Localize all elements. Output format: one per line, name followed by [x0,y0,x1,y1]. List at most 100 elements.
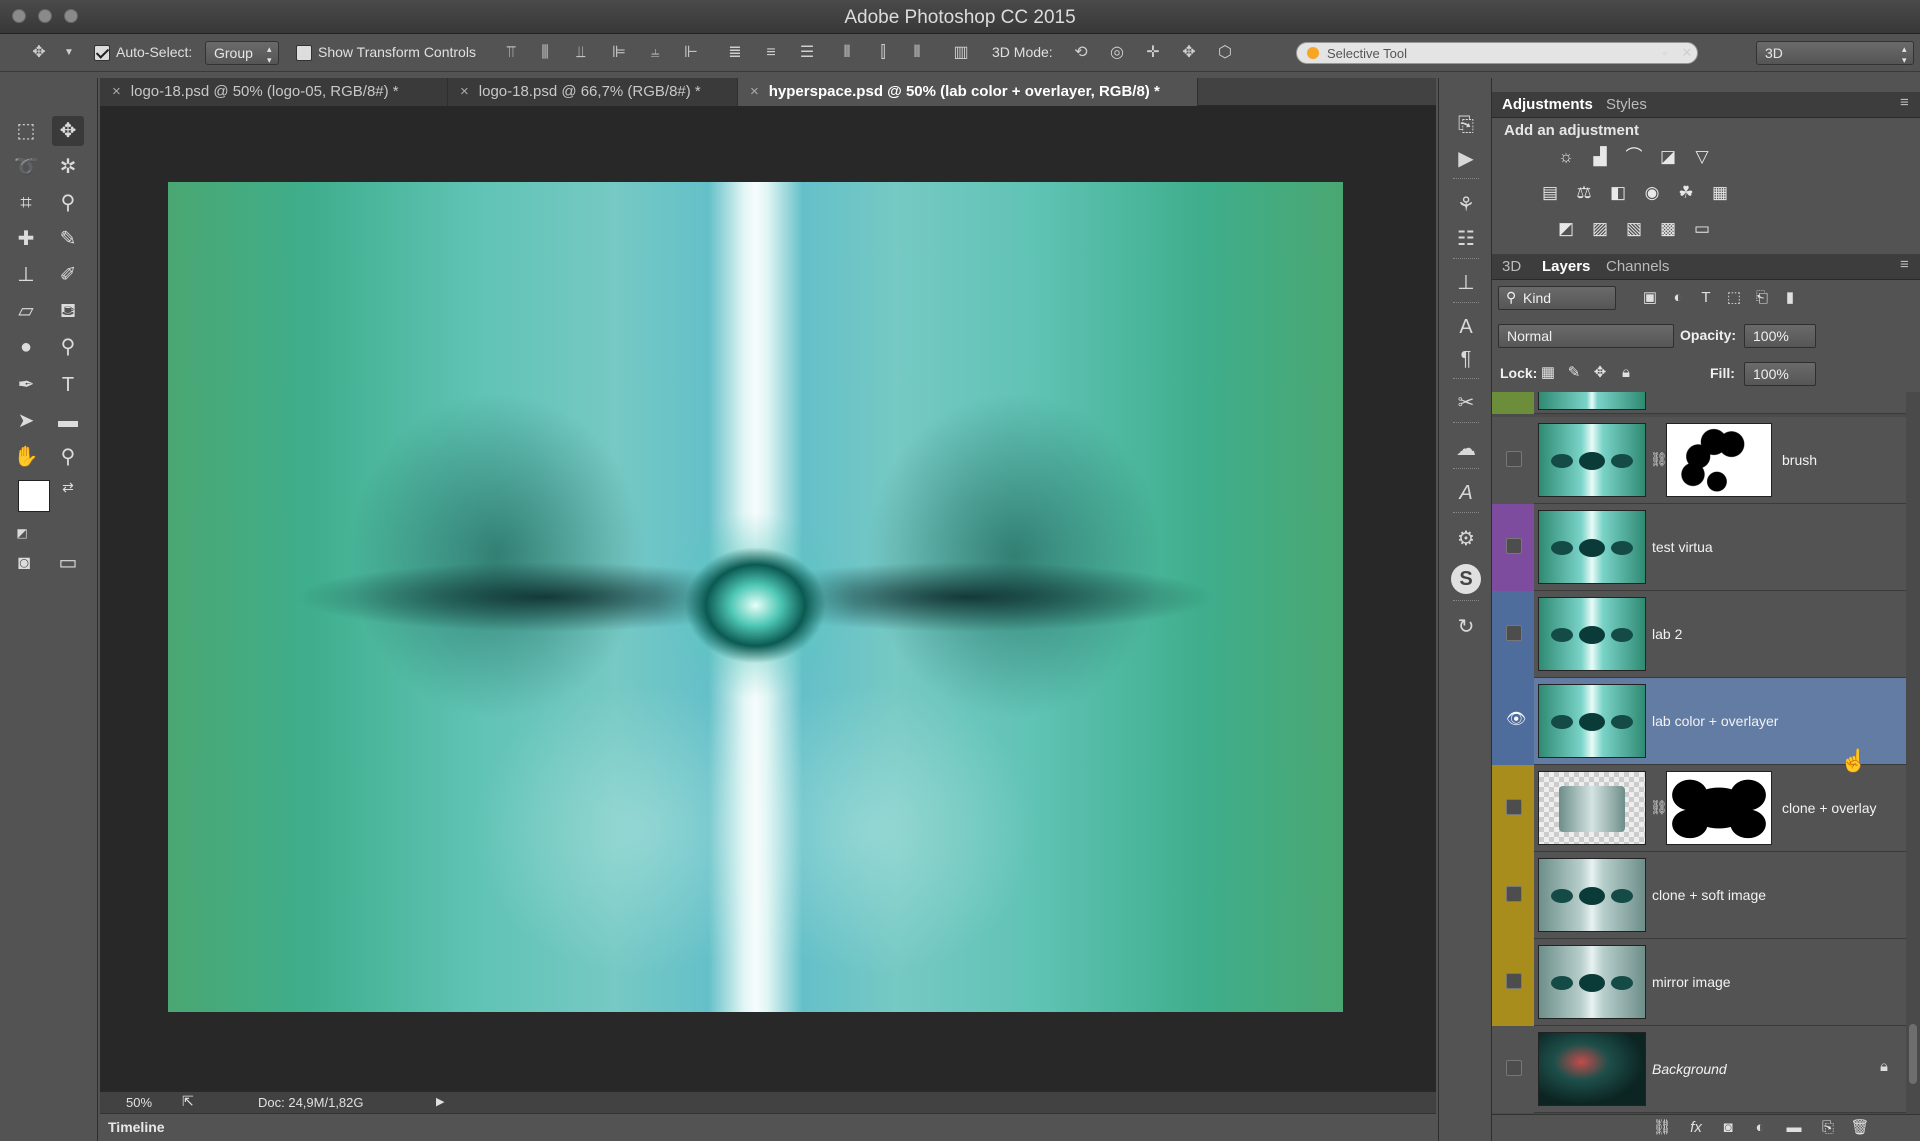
magic-wand-tool-icon[interactable]: ✲ [52,152,84,182]
visibility-toggle[interactable] [1506,886,1522,902]
filter-toggle-icon[interactable]: ▮ [1780,288,1800,308]
zoom-level[interactable]: 50% [126,1095,152,1110]
channel-mixer-icon[interactable]: ☘ [1674,181,1698,205]
visibility-toggle[interactable] [1506,973,1522,989]
layer-thumbnail[interactable] [1538,423,1646,497]
lock-position-icon[interactable]: ✥ [1590,363,1610,383]
type-tool-icon[interactable]: T [52,370,84,400]
path-selection-tool-icon[interactable]: ➤ [10,406,42,436]
gradient-map-icon[interactable]: ▭ [1690,217,1714,241]
layer-style-icon[interactable]: fx [1686,1118,1706,1138]
layer-row[interactable]: test virtua [1492,504,1906,591]
layer-name[interactable]: lab color + overlayer [1652,713,1778,729]
dodge-tool-icon[interactable]: ⚲ [52,332,84,362]
marquee-tool-icon[interactable]: ⬚ [10,116,42,146]
filter-pixel-icon[interactable]: ▣ [1640,288,1660,308]
tab-adjustments[interactable]: Adjustments [1502,96,1593,113]
character-icon[interactable]: A [1451,312,1481,342]
color-balance-icon[interactable]: ⚖ [1572,181,1596,205]
auto-align-icon[interactable]: ▥ [950,42,972,64]
auto-select-dropdown[interactable]: Group [205,41,279,66]
layer-thumbnail[interactable] [1538,597,1646,671]
layer-name[interactable]: Background [1652,1061,1727,1077]
distribute-top-icon[interactable]: ≣ [724,42,746,64]
workspace-dropdown[interactable]: 3D [1756,41,1914,66]
layer-thumbnail[interactable] [1538,771,1646,845]
search-field[interactable]: Selective Tool [1296,42,1698,64]
layer-row[interactable]: ⛓ clone + overlay [1492,765,1906,852]
panel-menu-icon[interactable]: ≡ [1900,94,1909,111]
properties-icon[interactable]: ⚙ [1451,524,1481,554]
tab-3d[interactable]: 3D [1502,258,1521,275]
align-vcenter-icon[interactable]: ⫼ [534,42,556,64]
glyphs-icon[interactable]: A [1451,478,1481,508]
layer-row[interactable]: mirror image [1492,939,1906,1026]
tab-hyperspace[interactable]: × hyperspace.psd @ 50% (lab color + overl… [738,78,1198,106]
healing-brush-tool-icon[interactable]: ✚ [10,224,42,254]
color-lookup-icon[interactable]: ▦ [1708,181,1732,205]
tab-logo-18-66[interactable]: × logo-18.psd @ 66,7% (RGB/8#) * [448,78,738,106]
quick-mask-icon[interactable]: ◙ [8,548,40,578]
tool-presets-icon[interactable]: ✂ [1451,388,1481,418]
link-layers-icon[interactable]: ⛓ [1652,1118,1672,1138]
timeline-icon[interactable]: ↻ [1451,612,1481,642]
vibrance-icon[interactable]: ▽ [1690,145,1714,169]
align-hcenter-icon[interactable]: ⫨ [644,42,666,64]
3d-slide-icon[interactable]: ✥ [1178,42,1200,64]
filter-smart-object-icon[interactable]: ⎗ [1752,288,1772,308]
lock-all-icon[interactable]: 🔒︎ [1616,363,1636,383]
hue-saturation-icon[interactable]: ▤ [1538,181,1562,205]
swap-colors-icon[interactable]: ⇄ [52,472,84,502]
align-bottom-icon[interactable]: ⫫ [570,42,592,64]
close-icon[interactable]: × [112,83,121,100]
fill-input[interactable]: 100% [1744,362,1816,386]
tab-channels[interactable]: Channels [1606,258,1669,275]
hand-tool-icon[interactable]: ✋ [10,442,42,472]
layer-row[interactable]: Background 🔒︎ [1492,1026,1906,1113]
3d-pan-icon[interactable]: ✛ [1142,42,1164,64]
tab-layers[interactable]: Layers [1542,258,1590,275]
brush-tool-icon[interactable]: ✎ [52,224,84,254]
rectangle-tool-icon[interactable]: ▬ [52,406,84,436]
visibility-toggle[interactable] [1506,625,1522,641]
black-white-icon[interactable]: ◧ [1606,181,1630,205]
layer-thumbnail[interactable] [1538,1032,1646,1106]
tab-logo-18-50[interactable]: × logo-18.psd @ 50% (logo-05, RGB/8#) * [100,78,448,106]
stock-icon[interactable]: S [1451,564,1481,594]
new-layer-icon[interactable]: ⎘ [1818,1118,1838,1138]
actions-play-icon[interactable]: ▶ [1451,144,1481,174]
align-top-icon[interactable]: ⫪ [500,42,522,64]
layer-row[interactable]: ⛓ brush [1492,417,1906,504]
foreground-color-swatch[interactable] [18,480,50,512]
panel-menu-icon[interactable]: ≡ [1900,256,1909,273]
photo-filter-icon[interactable]: ◉ [1640,181,1664,205]
export-icon[interactable]: ⇱ [182,1093,194,1110]
adjustment-sliders-icon[interactable]: ☷ [1451,224,1481,254]
lock-transparent-icon[interactable]: ▦ [1538,363,1558,383]
layer-thumbnail[interactable] [1538,684,1646,758]
3d-orbit-icon[interactable]: ⟲ [1070,42,1092,64]
eraser-tool-icon[interactable]: ▱ [10,296,42,326]
visibility-toggle[interactable] [1506,1060,1522,1076]
scroll-thumb[interactable] [1909,1024,1917,1084]
status-menu-arrow-icon[interactable]: ▶ [436,1095,444,1108]
close-icon[interactable]: × [750,83,759,100]
layer-mask-thumbnail[interactable] [1666,423,1772,497]
show-transform-checkbox[interactable] [296,45,312,61]
paragraph-icon[interactable]: ¶ [1451,344,1481,374]
eye-icon[interactable]: 👁︎ [1506,712,1526,728]
libraries-icon[interactable]: ☁ [1451,434,1481,464]
visibility-toggle[interactable] [1506,451,1522,467]
close-icon[interactable]: ✕ [1676,42,1698,64]
layer-mask-thumbnail[interactable] [1666,771,1772,845]
filter-type-icon[interactable]: T [1696,288,1716,308]
move-tool-icon[interactable]: ✥ [52,116,84,146]
crop-tool-icon[interactable]: ⌗ [10,188,42,218]
lock-pixels-icon[interactable]: ✎ [1564,363,1584,383]
lasso-tool-icon[interactable]: ➰ [10,152,42,182]
new-group-icon[interactable]: ▬ [1784,1118,1804,1138]
3d-scale-icon[interactable]: ⬡ [1214,42,1236,64]
move-tool-preset-icon[interactable]: ✥ [28,42,50,64]
filter-shape-icon[interactable]: ⬚ [1724,288,1744,308]
minimize-search-icon[interactable]: ▫ [1654,42,1676,64]
